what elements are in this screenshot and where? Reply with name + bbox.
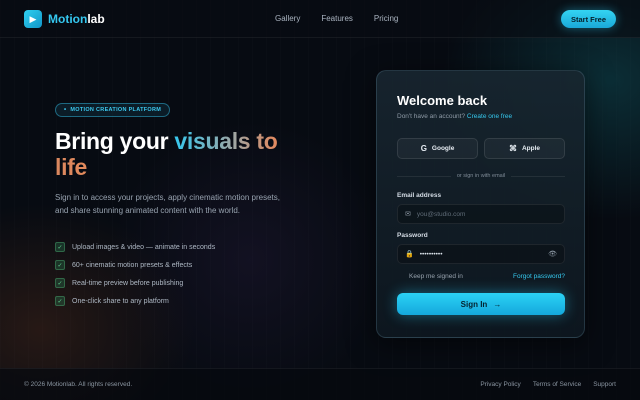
forgot-password-link[interactable]: Forgot password? <box>513 273 565 280</box>
sign-in-button[interactable]: Sign In → <box>397 293 565 315</box>
feature-label: Upload images & video — animate in secon… <box>72 243 216 251</box>
feature-list: ✓ Upload images & video — animate in sec… <box>55 238 215 310</box>
dot-icon: • <box>64 107 67 113</box>
nav-link-gallery[interactable]: Gallery <box>275 14 300 23</box>
hero-title: Bring your visuals to life <box>55 128 315 180</box>
apple-label: Apple <box>521 145 541 152</box>
feature-item: ✓ One-click share to any platform <box>55 292 215 310</box>
signup-prompt: Don't have an account? Create one free <box>397 113 512 120</box>
signup-prompt-text: Don't have an account? <box>397 113 466 120</box>
feature-label: Real-time preview before publishing <box>72 279 184 287</box>
arrow-right-icon: → <box>493 299 502 309</box>
check-icon: ✓ <box>55 242 65 252</box>
check-icon: ✓ <box>55 296 65 306</box>
footer: © 2026 Motionlab. All rights reserved. P… <box>0 368 640 400</box>
remember-label: Keep me signed in <box>409 273 463 280</box>
feature-item: ✓ Upload images & video — animate in sec… <box>55 238 215 256</box>
email-input[interactable] <box>416 210 557 218</box>
or-divider: or sign in with email <box>397 172 566 180</box>
feature-label: One-click share to any platform <box>72 297 169 305</box>
footer-links: Privacy Policy Terms of Service Support <box>480 381 616 388</box>
remember-me[interactable]: Keep me signed in <box>397 273 463 280</box>
login-title: Welcome back <box>397 93 488 108</box>
feature-label: 60+ cinematic motion presets & effects <box>72 261 193 269</box>
hero-subtitle: Sign in to access your projects, apply c… <box>55 193 280 215</box>
feature-item: ✓ Real-time preview before publishing <box>55 274 215 292</box>
password-field[interactable]: 🔒 👁 <box>397 244 565 264</box>
footer-link-support[interactable]: Support <box>593 381 616 388</box>
nav-link-features[interactable]: Features <box>321 14 353 23</box>
start-free-button[interactable]: Start Free <box>561 10 616 28</box>
logo-text: Motionlab <box>48 12 105 26</box>
check-icon: ✓ <box>55 260 65 270</box>
apple-signin-button[interactable]: ⌘ Apple <box>484 138 565 159</box>
hero-title-part2: life <box>55 154 88 180</box>
top-nav-bar: ▶ Motionlab Gallery Features Pricing Sta… <box>0 0 640 38</box>
divider-line <box>511 175 566 177</box>
create-account-link[interactable]: Create one free <box>467 113 512 120</box>
lock-icon: 🔒 <box>405 251 414 258</box>
password-input[interactable] <box>419 250 543 258</box>
nav-link-pricing[interactable]: Pricing <box>374 14 398 23</box>
footer-link-terms[interactable]: Terms of Service <box>533 381 581 388</box>
hero-title-highlight: visuals to <box>174 128 278 154</box>
remember-checkbox[interactable] <box>397 273 404 280</box>
divider-line <box>397 175 451 177</box>
google-icon: G <box>420 144 427 153</box>
play-icon: ▶ <box>24 10 42 28</box>
divider-text: or sign in with email <box>456 173 506 179</box>
footer-link-privacy[interactable]: Privacy Policy <box>480 381 520 388</box>
show-password-icon[interactable]: 👁 <box>548 250 557 258</box>
email-field[interactable]: ✉ <box>397 204 565 224</box>
google-signin-button[interactable]: G Google <box>397 138 478 159</box>
copyright: © 2026 Motionlab. All rights reserved. <box>24 381 133 388</box>
main-nav: Gallery Features Pricing <box>275 14 398 23</box>
email-label: Email address <box>397 192 442 199</box>
platform-badge-label: MOTION CREATION PLATFORM <box>70 107 162 113</box>
platform-badge: • MOTION CREATION PLATFORM <box>55 103 171 117</box>
hero-title-part1: Bring your <box>55 128 175 154</box>
apple-icon: ⌘ <box>508 144 517 153</box>
mail-icon: ✉ <box>405 211 411 218</box>
feature-item: ✓ 60+ cinematic motion presets & effects <box>55 256 215 274</box>
password-label: Password <box>397 232 428 239</box>
google-label: Google <box>431 145 455 152</box>
logo[interactable]: ▶ Motionlab <box>24 10 105 28</box>
login-card: Welcome back Don't have an account? Crea… <box>376 70 585 338</box>
sign-in-label: Sign In <box>460 299 488 309</box>
check-icon: ✓ <box>55 278 65 288</box>
